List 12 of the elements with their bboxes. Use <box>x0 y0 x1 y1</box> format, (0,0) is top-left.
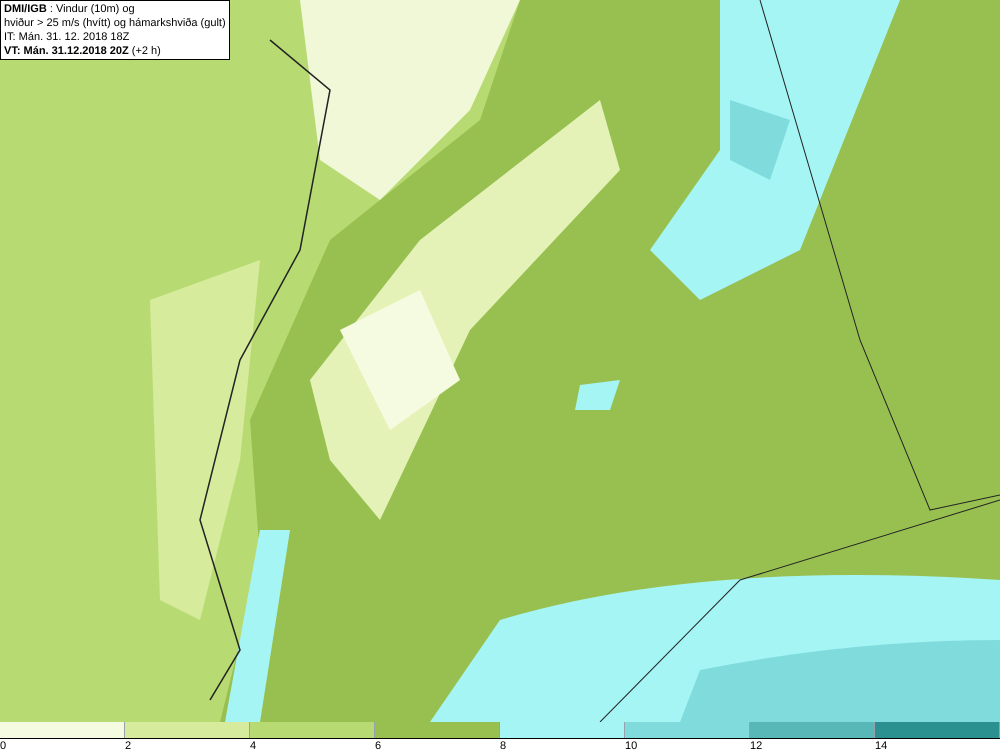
caption-line: DMI/IGB : Vindur (10m) og <box>4 2 136 16</box>
legend-label: 8 <box>500 740 506 752</box>
caption-line: VT: Mán. 31.12.2018 20Z (+2 h) <box>4 44 162 58</box>
legend-label: 6 <box>375 740 382 752</box>
legend-label: 12 <box>750 740 762 752</box>
caption-line: hviður > 25 m/s (hvítt) og hámarkshviða (gult) <box>4 16 226 30</box>
legend-label: 2 <box>125 740 132 752</box>
legend-label: 10 <box>625 740 638 752</box>
legend-label: 14 <box>875 740 888 752</box>
caption-line: IT: Mán. 31. 12. 2018 18Z <box>4 30 130 44</box>
legend-label: 0 <box>0 740 6 752</box>
legend-label: 4 <box>250 740 256 752</box>
